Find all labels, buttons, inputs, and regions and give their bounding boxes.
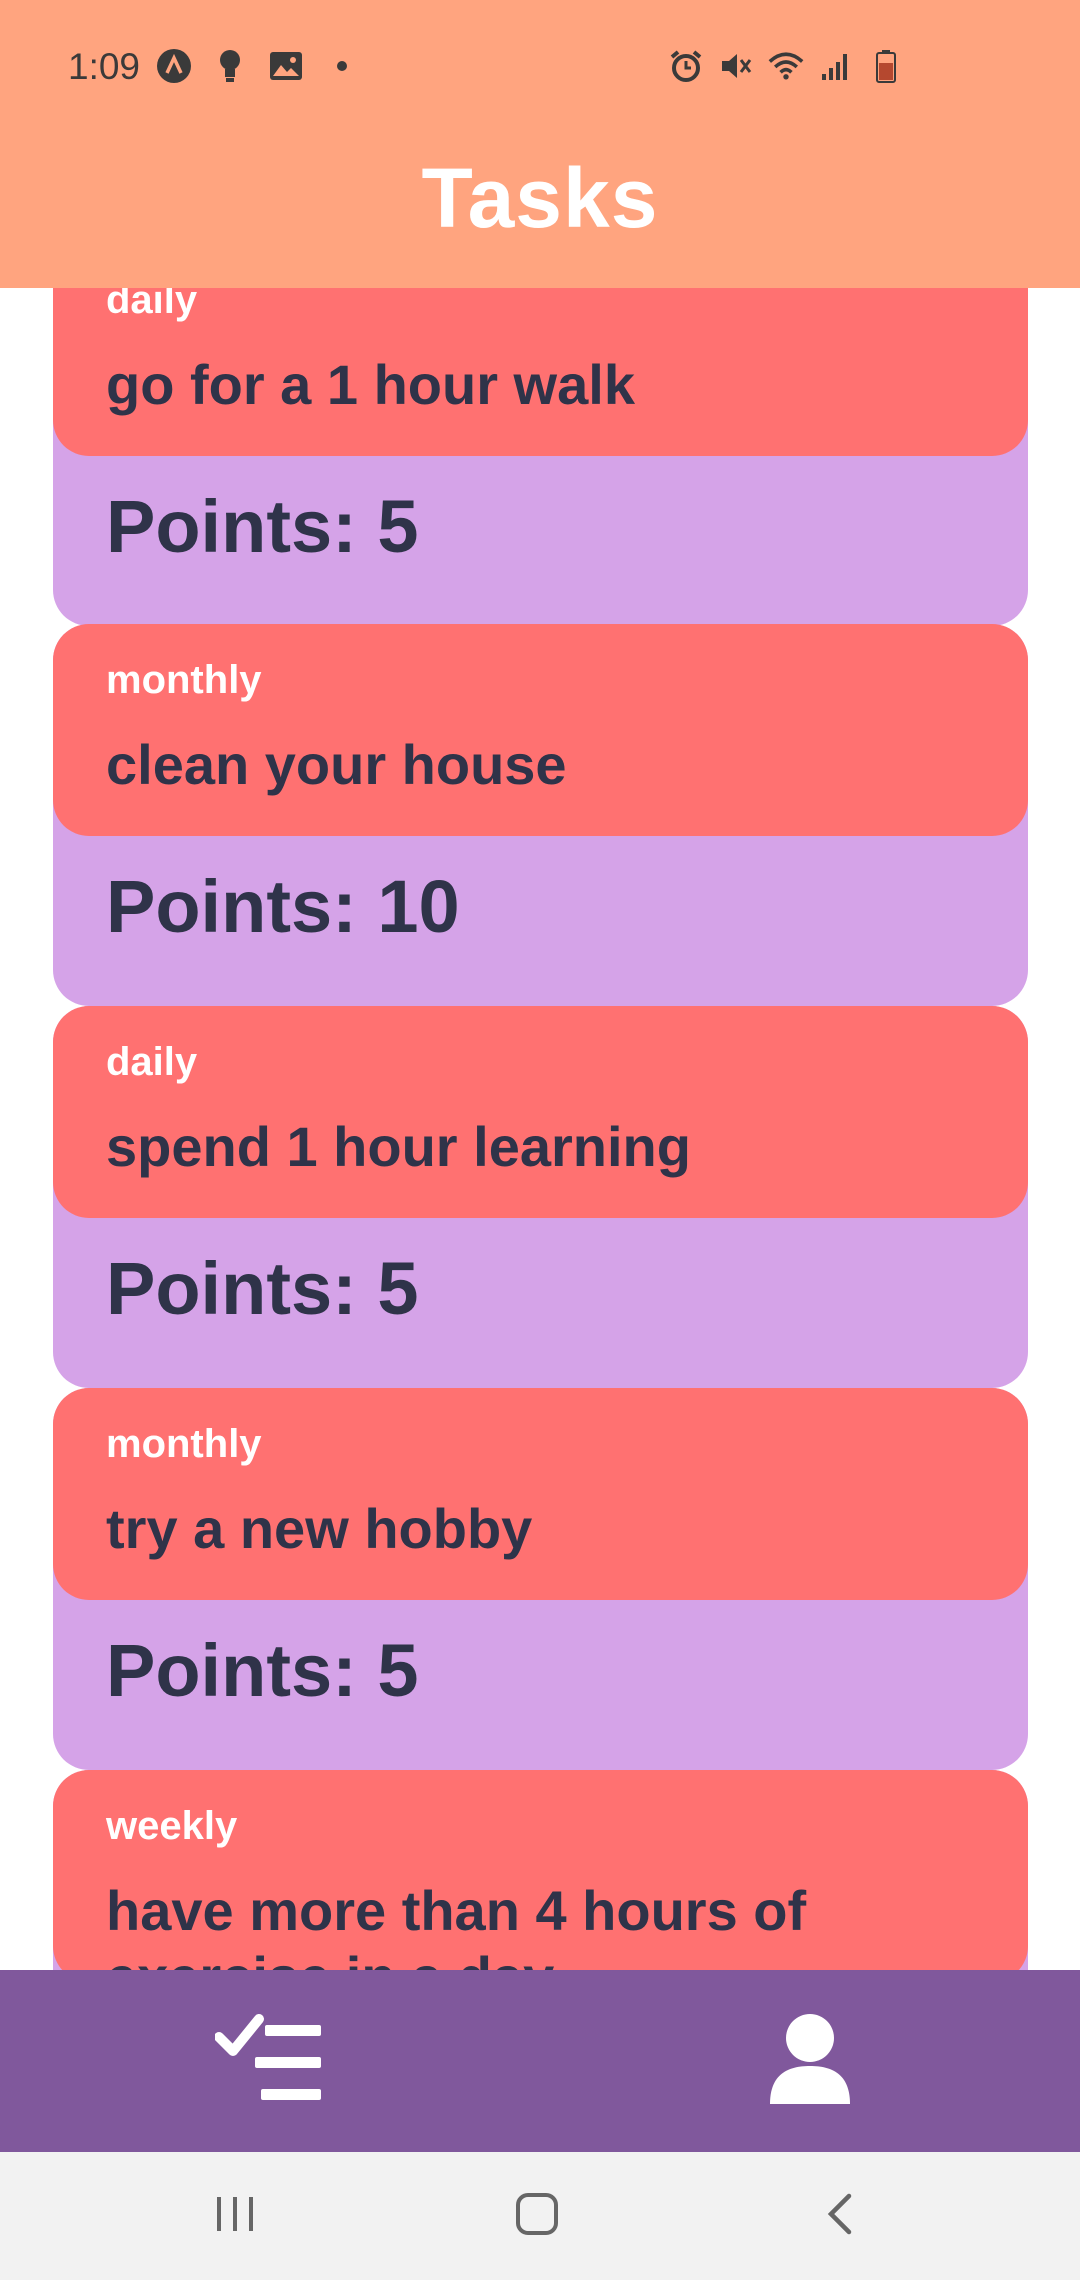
- task-points: Points: 10: [106, 865, 460, 948]
- wifi-icon: [768, 48, 804, 84]
- task-card-header: monthly try a new hobby: [53, 1388, 1028, 1600]
- app-header: 1:09 Tasks: [0, 0, 1080, 288]
- task-card-header: monthly clean your house: [53, 624, 1028, 836]
- task-frequency: daily: [106, 288, 198, 322]
- tab-tasks[interactable]: [0, 1970, 540, 2152]
- task-frequency: monthly: [106, 1422, 262, 1466]
- status-time: 1:09: [68, 46, 141, 87]
- signal-icon: [818, 48, 854, 84]
- profile-icon: [768, 2012, 852, 2111]
- home-button[interactable]: [507, 2186, 567, 2246]
- task-card[interactable]: monthly clean your house Points: 10: [53, 624, 1028, 1006]
- task-frequency: monthly: [106, 658, 262, 702]
- task-frequency: daily: [106, 1040, 198, 1084]
- task-card[interactable]: monthly try a new hobby Points: 5: [53, 1388, 1028, 1770]
- task-card-header: daily spend 1 hour learning: [53, 1006, 1028, 1218]
- back-icon: [825, 2192, 855, 2241]
- tab-profile[interactable]: [540, 1970, 1080, 2152]
- task-card[interactable]: daily go for a 1 hour walk Points: 5: [53, 288, 1028, 626]
- back-button[interactable]: [810, 2186, 870, 2246]
- task-frequency: weekly: [106, 1804, 238, 1848]
- task-list-icon: [214, 2013, 325, 2110]
- task-card[interactable]: weekly have more than 4 hours of exercis…: [53, 1770, 1028, 1970]
- task-card[interactable]: daily spend 1 hour learning Points: 5: [53, 1006, 1028, 1388]
- task-points: Points: 5: [106, 1629, 419, 1712]
- recent-apps-icon: [215, 2195, 255, 2238]
- task-card-header: weekly have more than 4 hours of exercis…: [53, 1770, 1028, 1970]
- bulb-icon: [212, 48, 248, 84]
- battery-icon: [868, 48, 904, 84]
- app-notification-icon: [156, 48, 192, 84]
- page-title: Tasks: [421, 151, 659, 245]
- more-dot-icon: [324, 48, 360, 84]
- recent-apps-button[interactable]: [205, 2186, 265, 2246]
- task-points: Points: 5: [106, 1247, 419, 1330]
- task-card-header: daily go for a 1 hour walk: [53, 288, 1028, 456]
- task-title: go for a 1 hour walk: [106, 353, 635, 416]
- task-points: Points: 5: [106, 485, 419, 568]
- alarm-icon: [668, 48, 704, 84]
- bottom-tab-bar: [0, 1970, 1080, 2152]
- task-list[interactable]: daily go for a 1 hour walk Points: 5 mon…: [0, 288, 1080, 1970]
- system-nav-bar: [0, 2152, 1080, 2280]
- task-title: clean your house: [106, 733, 567, 796]
- task-title: spend 1 hour learning: [106, 1115, 691, 1178]
- home-icon: [515, 2192, 559, 2241]
- task-title: have more than 4 hours of exercise in a …: [106, 1879, 807, 1970]
- task-title: try a new hobby: [106, 1497, 533, 1560]
- image-icon: [268, 48, 304, 84]
- mute-icon: [718, 48, 754, 84]
